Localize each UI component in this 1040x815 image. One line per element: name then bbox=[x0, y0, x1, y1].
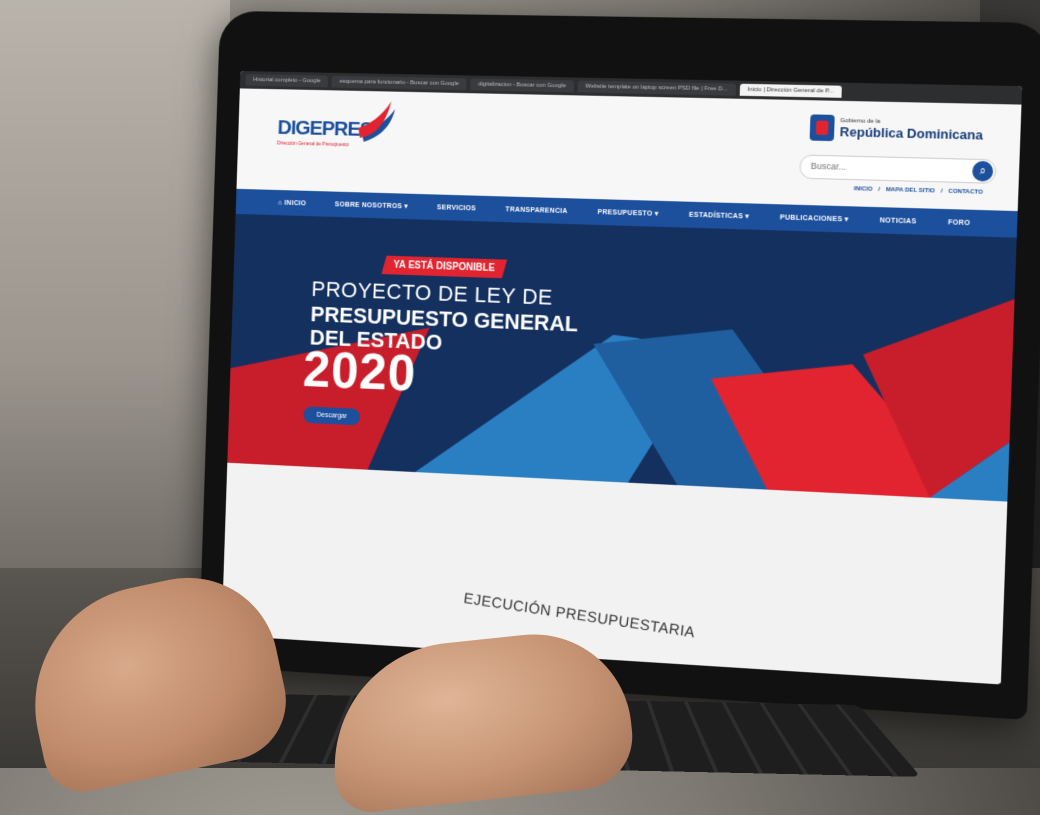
gov-big-text: República Dominicana bbox=[839, 123, 984, 143]
hero-year: 2020 bbox=[302, 341, 418, 403]
top-link-contacto[interactable]: CONTACTO bbox=[946, 189, 985, 196]
hero-banner: YA ESTÁ DISPONIBLE PROYECTO DE LEY DE PR… bbox=[227, 213, 1017, 502]
laptop-screen: Historial completo - Google esquema para… bbox=[221, 71, 1023, 685]
top-link-separator: / bbox=[878, 186, 881, 193]
content-area: EJECUCIÓN PRESUPUESTARIA bbox=[221, 462, 1008, 684]
nav-item-servicios[interactable]: SERVICIOS bbox=[437, 204, 476, 212]
browser-tab[interactable]: digitalizacion - Buscar con Google bbox=[470, 78, 574, 93]
nav-item-foro[interactable]: FORO bbox=[948, 219, 970, 227]
search-box: ⌕ bbox=[799, 154, 997, 184]
browser-tab[interactable]: Website template on laptop screen PSD fi… bbox=[577, 80, 736, 96]
government-brand: Gobierno de la República Dominicana bbox=[809, 114, 983, 144]
logo-swoosh-icon bbox=[358, 100, 395, 143]
nav-item-inicio[interactable]: ⌂ INICIO bbox=[278, 199, 306, 207]
browser-tab[interactable]: Historial completo - Google bbox=[245, 74, 329, 88]
nav-item-presupuesto[interactable]: PRESUPUESTO ▾ bbox=[597, 208, 658, 218]
photo-scene: Historial completo - Google esquema para… bbox=[0, 0, 1040, 815]
top-link-mapa[interactable]: MAPA DEL SITIO bbox=[884, 187, 937, 195]
search-icon[interactable]: ⌕ bbox=[971, 160, 994, 182]
background-wall bbox=[0, 0, 230, 600]
laptop: Historial completo - Google esquema para… bbox=[198, 10, 1040, 720]
browser-tab-active[interactable]: Inicio | Dirección General de P... bbox=[739, 83, 842, 98]
top-link-inicio[interactable]: INICIO bbox=[852, 186, 875, 193]
nav-item-sobre-nosotros[interactable]: SOBRE NOSOTROS ▾ bbox=[335, 200, 408, 210]
nav-item-transparencia[interactable]: TRANSPARENCIA bbox=[505, 206, 567, 215]
nav-item-publicaciones[interactable]: PUBLICACIONES ▾ bbox=[780, 213, 849, 223]
digepres-logo[interactable]: DIGEPRES Dirección General de Presupuest… bbox=[277, 100, 395, 148]
browser-tab[interactable]: esquema para funcionario - Buscar con Go… bbox=[331, 75, 467, 91]
section-title: EJECUCIÓN PRESUPUESTARIA bbox=[462, 590, 697, 642]
download-button[interactable]: Descargar bbox=[303, 406, 361, 426]
top-link-separator: / bbox=[940, 188, 943, 195]
coat-of-arms-icon bbox=[809, 114, 835, 142]
top-links: INICIO / MAPA DEL SITIO / CONTACTO bbox=[852, 186, 985, 196]
nav-item-noticias[interactable]: NOTICIAS bbox=[880, 217, 917, 225]
search-input[interactable] bbox=[800, 155, 965, 180]
nav-item-estadisticas[interactable]: ESTADÍSTICAS ▾ bbox=[689, 211, 750, 221]
